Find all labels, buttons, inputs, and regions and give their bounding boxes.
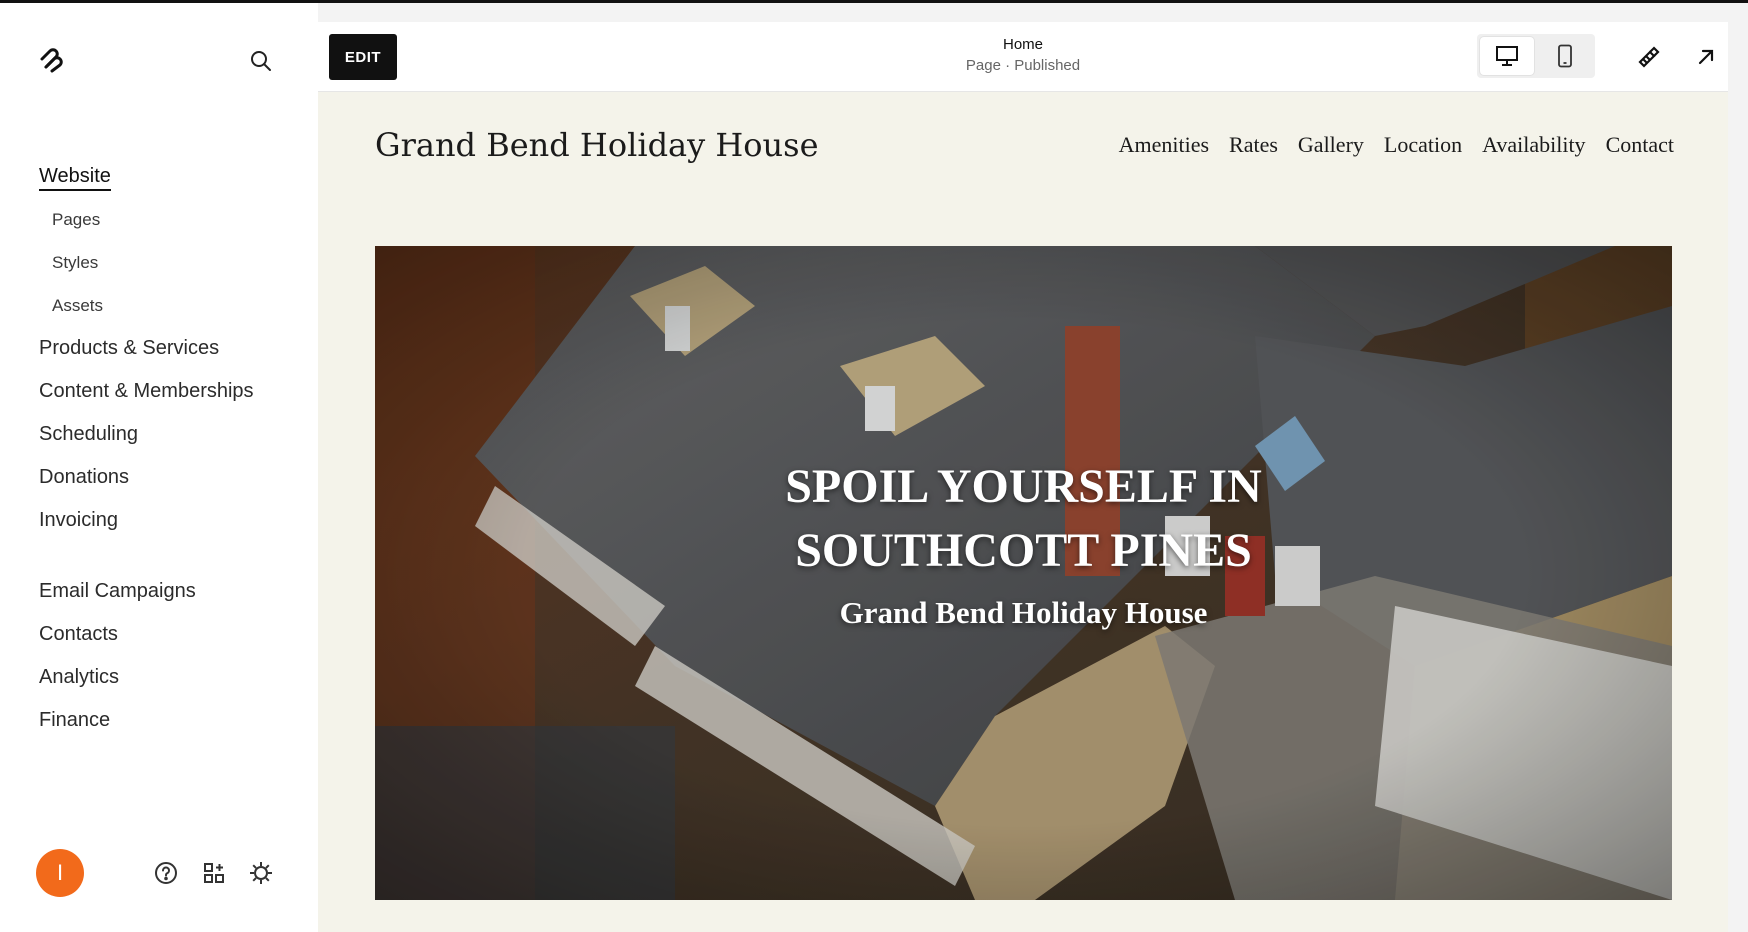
sidebar-item-finance[interactable]: Finance [39, 699, 254, 742]
sidebar-item-content-memberships[interactable]: Content & Memberships [39, 370, 254, 413]
sidebar-subitem-styles[interactable]: Styles [39, 241, 254, 284]
sidebar-item-contacts[interactable]: Contacts [39, 613, 254, 656]
avatar[interactable]: I [36, 849, 84, 897]
desktop-icon[interactable] [1480, 37, 1534, 75]
open-external-icon[interactable] [1691, 42, 1721, 72]
hero-text-block: SPOIL YOURSELF IN SOUTHCOTT PINES Grand … [375, 246, 1672, 900]
sidebar-subitem-assets[interactable]: Assets [39, 284, 254, 327]
sidebar-item-donations[interactable]: Donations [39, 456, 254, 499]
sidebar-item-invoicing[interactable]: Invoicing [39, 499, 254, 542]
hero-heading-line2: SOUTHCOTT PINES [795, 524, 1252, 577]
help-icon[interactable] [152, 859, 180, 887]
hero-heading-line1: SPOIL YOURSELF IN [785, 460, 1262, 513]
device-toggle [1477, 34, 1595, 78]
sidebar-item-email-campaigns[interactable]: Email Campaigns [39, 570, 254, 613]
sidebar-nav: Website Pages Styles Assets Products & S… [39, 155, 254, 742]
site-nav-contact[interactable]: Contact [1606, 132, 1674, 158]
avatar-initial: I [56, 860, 64, 885]
site-title[interactable]: Grand Bend Holiday House [375, 126, 819, 164]
hero-subheading: Grand Bend Holiday House [839, 595, 1208, 630]
sidebar-item-analytics[interactable]: Analytics [39, 656, 254, 699]
site-nav-gallery[interactable]: Gallery [1298, 132, 1364, 158]
sidebar-subitem-pages[interactable]: Pages [39, 198, 254, 241]
sidebar-item-products-services[interactable]: Products & Services [39, 327, 254, 370]
site-nav-location[interactable]: Location [1384, 132, 1462, 158]
editor-toolbar: EDIT Home Page · Published [318, 22, 1728, 92]
site-nav-amenities[interactable]: Amenities [1119, 132, 1209, 158]
sidebar-item-website[interactable]: Website [39, 155, 254, 198]
style-brush-icon[interactable] [1634, 42, 1664, 72]
site-nav: Amenities Rates Gallery Location Availab… [1119, 132, 1674, 158]
site-nav-rates[interactable]: Rates [1229, 132, 1278, 158]
hero-banner[interactable]: SPOIL YOURSELF IN SOUTHCOTT PINES Grand … [375, 246, 1672, 900]
apps-icon[interactable] [200, 859, 228, 887]
search-icon[interactable] [247, 47, 275, 75]
sidebar-item-scheduling[interactable]: Scheduling [39, 413, 254, 456]
squarespace-logo-icon[interactable] [36, 45, 68, 77]
site-nav-availability[interactable]: Availability [1482, 132, 1585, 158]
editor-canvas: EDIT Home Page · Published Grand Bend Ho… [318, 22, 1728, 932]
mobile-icon[interactable] [1538, 37, 1592, 75]
settings-icon[interactable] [247, 859, 275, 887]
sidebar: Website Pages Styles Assets Products & S… [0, 3, 318, 932]
nav-divider-space [39, 542, 254, 570]
sidebar-item-label: Website [39, 165, 111, 191]
